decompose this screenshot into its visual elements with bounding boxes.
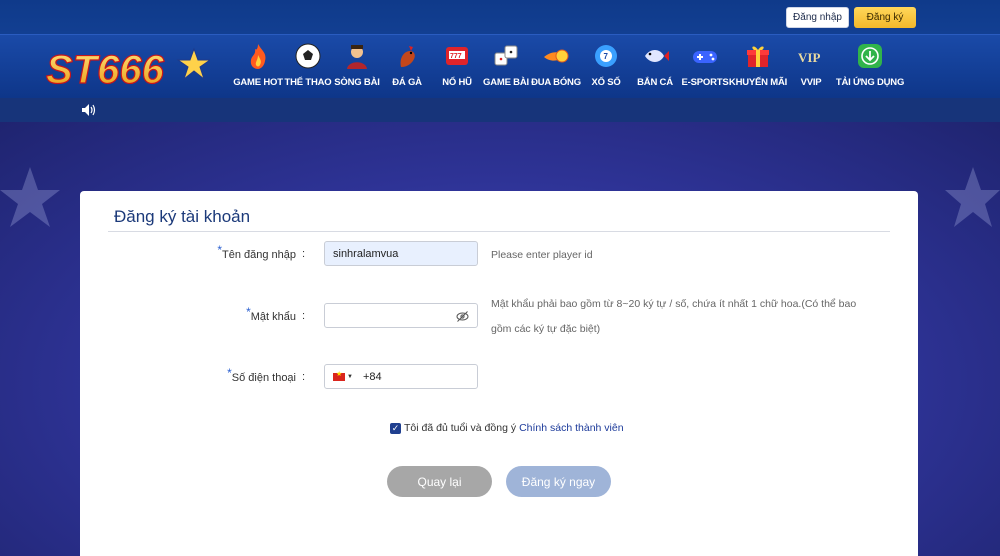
policy-link[interactable]: Chính sách thành viên: [519, 422, 624, 434]
password-label: *Mật khẩu: [246, 305, 296, 323]
agreement-row: ✓ Tôi đã đủ tuổi và đồng ý Chính sách th…: [390, 422, 624, 434]
download-icon: [855, 41, 885, 71]
star-watermark-icon: [945, 167, 1000, 227]
colon: :: [302, 248, 306, 260]
svg-text:777: 777: [450, 53, 462, 60]
username-hint: Please enter player id: [491, 249, 593, 261]
register-panel: Đăng ký tài khoản *Tên đăng nhập : sinhr…: [80, 191, 918, 556]
svg-text:7: 7: [604, 52, 609, 61]
agree-checkbox[interactable]: ✓: [390, 422, 401, 434]
chevron-down-icon[interactable]: ▼: [347, 374, 353, 380]
back-button[interactable]: Quay lại: [387, 466, 492, 497]
divider: [108, 231, 890, 232]
eye-off-icon[interactable]: [456, 310, 469, 323]
svg-text:VIP: VIP: [798, 50, 820, 65]
colon: :: [302, 371, 306, 383]
vip-icon: VIP: [796, 41, 826, 71]
site-logo[interactable]: ST666: [44, 43, 210, 91]
announcement-bar: [0, 98, 1000, 122]
gamepad-icon: [690, 41, 720, 71]
nav-label: TẢI ỨNG DỤNG: [835, 77, 905, 88]
password-hint: gồm các ký tự đặc biệt): [491, 323, 601, 335]
phone-label: *Số điện thoại: [227, 366, 296, 384]
submit-button[interactable]: Đăng ký ngay: [506, 466, 611, 497]
gift-icon: [743, 41, 773, 71]
top-auth-bar: Đăng nhập Đăng ký: [0, 0, 1000, 34]
main-nav: ST666 GAME HOT THỂ THAO SÒNG BÀI ĐÁ GÀ 777 NỔ…: [0, 34, 1000, 98]
username-input[interactable]: sinhralamvua: [324, 241, 478, 266]
phone-input[interactable]: ▼ +84: [324, 364, 478, 389]
vietnam-flag-icon[interactable]: [333, 370, 345, 381]
page-title: Đăng ký tài khoản: [114, 207, 251, 226]
password-input[interactable]: [324, 303, 478, 328]
username-label: *Tên đăng nhập: [217, 243, 296, 261]
speaker-icon[interactable]: [82, 104, 96, 116]
nav-label: VVIP: [800, 77, 822, 88]
password-hint: Mật khẩu phải bao gồm từ 8~20 ký tự / số…: [491, 298, 857, 310]
colon: :: [302, 310, 306, 322]
svg-text:ST666: ST666: [46, 48, 165, 91]
register-button[interactable]: Đăng ký: [854, 7, 916, 28]
login-button[interactable]: Đăng nhập: [786, 7, 849, 28]
star-watermark-icon: [0, 167, 60, 227]
nav-item-download[interactable]: TẢI ỨNG DỤNG: [830, 41, 910, 95]
